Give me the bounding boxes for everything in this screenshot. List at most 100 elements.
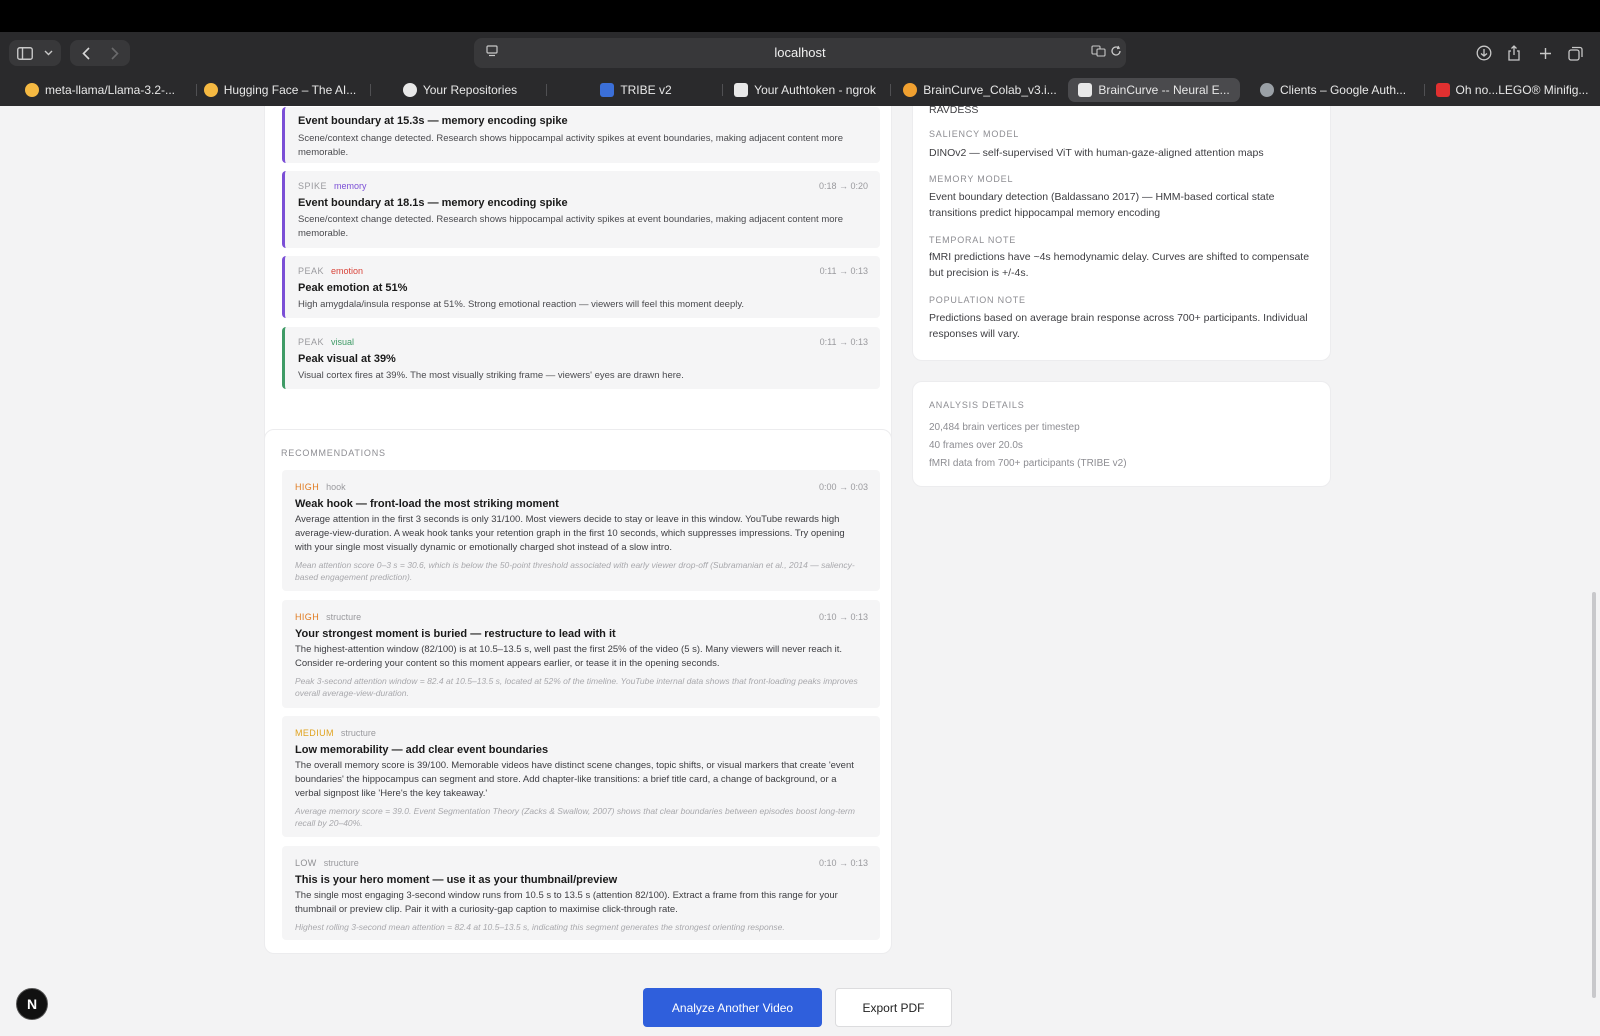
moment-description: High amygdala/insula response at 51%. St… xyxy=(298,299,745,310)
moment-time: 0:11 → 0:13 xyxy=(819,337,868,347)
tab-repositories[interactable]: Your Repositories xyxy=(380,78,540,102)
moment-description: Scene/context change detected. Research … xyxy=(298,133,843,158)
export-pdf-button[interactable]: Export PDF xyxy=(835,988,952,1027)
braincurve-icon xyxy=(1078,83,1093,97)
recommendation-reference: Highest rolling 3-second mean attention … xyxy=(295,922,785,932)
tab-label: TRIBE v2 xyxy=(620,83,672,97)
category-label: structure xyxy=(340,728,376,738)
analyze-another-video-button[interactable]: Analyze Another Video xyxy=(643,988,822,1027)
moment-tag: emotion xyxy=(331,266,364,276)
recommendation-meta: MEDIUM structure xyxy=(295,728,376,738)
tab-google-auth[interactable]: Clients – Google Auth... xyxy=(1248,78,1418,102)
moment-title: Peak emotion at 51% xyxy=(298,282,408,294)
recommendation-description: The highest-attention window (82/100) is… xyxy=(295,644,843,669)
google-cloud-icon xyxy=(1259,83,1274,97)
tab-label: Your Authtoken - ngrok xyxy=(754,83,876,97)
moment-meta: SPIKE memory xyxy=(298,181,367,191)
tab-divider xyxy=(370,84,371,96)
model-value: fMRI predictions have ~4s hemodynamic de… xyxy=(929,251,1310,279)
analysis-line: fMRI data from 700+ participants (TRIBE … xyxy=(929,458,1127,469)
tab-bar: meta-llama/Llama-3.2-... Hugging Face – … xyxy=(0,74,1600,106)
translate-icon[interactable] xyxy=(1088,43,1108,63)
model-info-panel: RAVDESS SALIENCY MODEL DINOv2 — self-sup… xyxy=(912,106,1331,361)
tab-youtube[interactable]: Oh no...LEGO® Minifig... xyxy=(1432,78,1592,102)
recommendation-card[interactable]: HIGH structure 0:10 → 0:13 Your strongest… xyxy=(282,600,880,708)
recommendation-reference: Average memory score = 39.0. Event Segme… xyxy=(295,806,855,828)
recommendation-meta: LOW structure xyxy=(295,858,359,868)
moment-description: Visual cortex fires at 39%. The most vis… xyxy=(298,370,684,381)
forward-icon[interactable] xyxy=(103,40,127,66)
recommendation-card[interactable]: MEDIUM structure Low memorability — add c… xyxy=(282,716,880,837)
recommendation-title: Your strongest moment is buried — restru… xyxy=(295,628,616,640)
new-tab-icon[interactable] xyxy=(1533,40,1557,66)
tab-tribe[interactable]: TRIBE v2 xyxy=(556,78,716,102)
model-value: Predictions based on average brain respo… xyxy=(929,312,1308,340)
moment-tag: visual xyxy=(331,337,355,347)
page-scrollbar[interactable] xyxy=(1592,592,1596,998)
meta-icon xyxy=(600,83,615,97)
moment-meta: PEAK emotion xyxy=(298,266,363,276)
tab-llama[interactable]: meta-llama/Llama-3.2-... xyxy=(10,78,190,102)
recommendation-card[interactable]: HIGH hook 0:00 → 0:03 Weak hook — front-l… xyxy=(282,470,880,591)
category-label: structure xyxy=(323,858,359,868)
tab-label: Your Repositories xyxy=(422,83,518,97)
model-value: Event boundary detection (Baldassano 201… xyxy=(929,191,1275,219)
moment-time: 0:11 → 0:13 xyxy=(819,266,868,276)
tab-divider xyxy=(196,84,197,96)
moment-type: PEAK xyxy=(298,266,325,276)
recommendations-panel: RECOMMENDATIONS HIGH hook 0:00 → 0:03 Wea… xyxy=(264,429,892,954)
moment-description: Scene/context change detected. Research … xyxy=(298,214,843,239)
model-label: MEMORY MODEL xyxy=(929,174,1014,184)
moment-type: SPIKE xyxy=(298,181,328,191)
recommendation-reference: Mean attention score 0–3 s = 30.6, which… xyxy=(295,560,855,582)
priority-badge: MEDIUM xyxy=(295,728,334,738)
reload-icon[interactable] xyxy=(1106,43,1126,63)
priority-badge: HIGH xyxy=(295,482,320,492)
address-bar[interactable]: localhost xyxy=(474,38,1126,68)
tab-colab[interactable]: BrainCurve_Colab_v3.i... xyxy=(900,78,1060,102)
tab-label: Hugging Face – The AI... xyxy=(223,83,357,97)
page-content: Event boundary at 15.3s — memory encodin… xyxy=(0,106,1600,1036)
analysis-details-panel: ANALYSIS DETAILS 20,484 brain vertices p… xyxy=(912,381,1331,487)
tab-label: Oh no...LEGO® Minifig... xyxy=(1455,83,1589,97)
chevron-down-icon[interactable] xyxy=(38,40,58,66)
moment-card[interactable]: Event boundary at 15.3s — memory encodin… xyxy=(282,107,880,163)
window-top-strip xyxy=(0,0,1600,32)
recommendation-card[interactable]: LOW structure 0:10 → 0:13 This is your he… xyxy=(282,846,880,940)
moment-meta: PEAK visual xyxy=(298,337,354,347)
sidebar-icon[interactable] xyxy=(14,40,36,66)
downloads-icon[interactable] xyxy=(1472,40,1496,66)
recommendation-description: The single most engaging 3-second window… xyxy=(295,890,838,915)
recommendation-reference: Peak 3-second attention window = 82.4 at… xyxy=(295,676,858,698)
back-icon[interactable] xyxy=(74,40,98,66)
moment-title: Peak visual at 39% xyxy=(298,353,396,365)
moment-card[interactable]: PEAK visual 0:11 → 0:13 Peak visual at 39… xyxy=(282,327,880,389)
tab-hugging-face[interactable]: Hugging Face – The AI... xyxy=(200,78,360,102)
moment-title: Event boundary at 15.3s — memory encodin… xyxy=(298,115,568,127)
moment-card[interactable]: SPIKE memory 0:18 → 0:20 Event boundary a… xyxy=(282,171,880,248)
hugging-face-icon xyxy=(203,83,218,97)
browser-toolbar: localhost xyxy=(0,32,1600,74)
tab-overview-icon[interactable] xyxy=(1563,40,1587,66)
moment-card[interactable]: PEAK emotion 0:11 → 0:13 Peak emotion at … xyxy=(282,256,880,318)
nextjs-dev-badge[interactable]: N xyxy=(16,988,48,1020)
analysis-heading: ANALYSIS DETAILS xyxy=(929,400,1025,410)
priority-badge: HIGH xyxy=(295,612,320,622)
github-icon xyxy=(402,83,417,97)
moment-tag: memory xyxy=(334,181,367,191)
recommendation-time: 0:10 → 0:13 xyxy=(818,612,868,622)
model-label: POPULATION NOTE xyxy=(929,295,1026,305)
share-icon[interactable] xyxy=(1502,40,1526,66)
tab-divider xyxy=(890,84,891,96)
tab-divider xyxy=(1424,84,1425,96)
recommendations-heading: RECOMMENDATIONS xyxy=(281,448,386,458)
tab-ngrok[interactable]: Your Authtoken - ngrok xyxy=(730,78,880,102)
category-label: hook xyxy=(326,482,346,492)
moment-time: 0:18 → 0:20 xyxy=(818,181,868,191)
model-label: SALIENCY MODEL xyxy=(929,129,1020,139)
recommendation-description: Average attention in the first 3 seconds… xyxy=(295,514,845,553)
moment-title: Event boundary at 18.1s — memory encodin… xyxy=(298,197,568,209)
tab-divider xyxy=(722,84,723,96)
tab-braincurve[interactable]: BrainCurve -- Neural E... xyxy=(1068,78,1240,102)
ngrok-icon xyxy=(734,83,749,97)
